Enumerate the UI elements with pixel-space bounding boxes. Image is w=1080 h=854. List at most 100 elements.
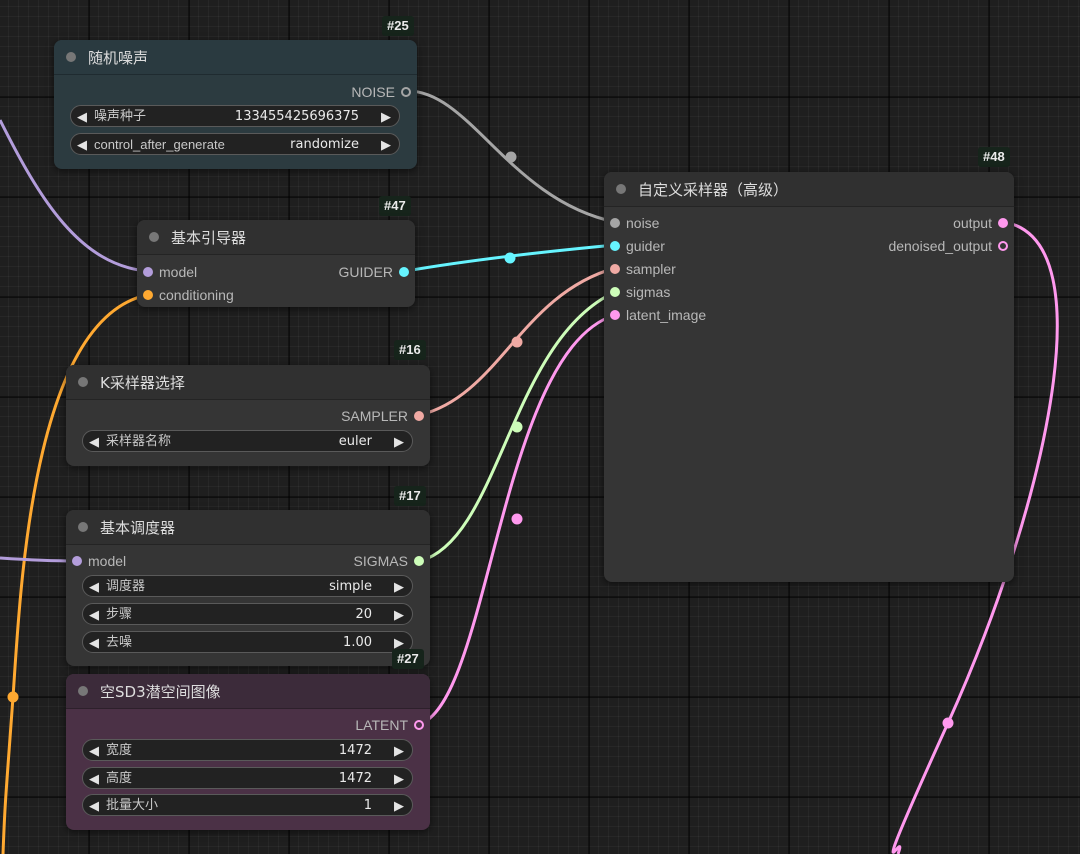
empty-sd3-latent-node[interactable]: 空SD3潜空间图像 LATENT ◀ 宽度 1472 ▶ ◀ 高度 1472 ▶… xyxy=(66,674,430,830)
node-id-badge: #48 xyxy=(978,147,1010,167)
input-slot-conditioning[interactable]: conditioning xyxy=(137,285,234,305)
increment-arrow-icon[interactable]: ▶ xyxy=(394,770,404,787)
widget-value: randomize xyxy=(290,137,359,152)
control-after-generate-widget[interactable]: ◀ control_after_generate randomize ▶ xyxy=(70,133,400,155)
slot-dot-icon[interactable] xyxy=(414,720,424,730)
decrement-arrow-icon[interactable]: ◀ xyxy=(77,108,87,125)
slot-dot-icon[interactable] xyxy=(610,218,620,228)
slot-label: SAMPLER xyxy=(341,408,408,424)
scheduler-widget[interactable]: ◀ 调度器 simple ▶ xyxy=(82,575,413,597)
increment-arrow-icon[interactable]: ▶ xyxy=(381,108,391,125)
node-title: 基本引导器 xyxy=(171,228,247,247)
slot-label: guider xyxy=(626,238,665,254)
increment-arrow-icon[interactable]: ▶ xyxy=(394,797,404,814)
node-title: 空SD3潜空间图像 xyxy=(100,682,221,701)
random-noise-node[interactable]: 随机噪声 NOISE ◀ 噪声种子 133455425696375 ▶ ◀ co… xyxy=(54,40,417,169)
decrement-arrow-icon[interactable]: ◀ xyxy=(89,433,99,450)
slot-dot-icon[interactable] xyxy=(399,267,409,277)
output-slot-noise[interactable]: NOISE xyxy=(351,82,417,102)
collapse-dot-icon[interactable] xyxy=(78,522,88,532)
input-slot-latent-image[interactable]: latent_image xyxy=(604,305,706,325)
basic-guider-node[interactable]: 基本引导器 model conditioning GUIDER xyxy=(137,220,415,307)
link-midpoint-guider[interactable] xyxy=(504,252,516,264)
node-title: 基本调度器 xyxy=(100,518,176,537)
width-widget[interactable]: ◀ 宽度 1472 ▶ xyxy=(82,739,413,761)
widget-label: 步骤 xyxy=(106,607,133,622)
collapse-dot-icon[interactable] xyxy=(78,377,88,387)
input-slot-guider[interactable]: guider xyxy=(604,236,665,256)
slot-dot-icon[interactable] xyxy=(998,241,1008,251)
slot-dot-icon[interactable] xyxy=(998,218,1008,228)
input-slot-noise[interactable]: noise xyxy=(604,213,659,233)
decrement-arrow-icon[interactable]: ◀ xyxy=(89,742,99,759)
steps-widget[interactable]: ◀ 步骤 20 ▶ xyxy=(82,603,413,625)
node-header[interactable]: K采样器选择 xyxy=(66,365,430,400)
slot-dot-icon[interactable] xyxy=(414,411,424,421)
decrement-arrow-icon[interactable]: ◀ xyxy=(89,770,99,787)
increment-arrow-icon[interactable]: ▶ xyxy=(394,606,404,623)
widget-label: 批量大小 xyxy=(106,798,159,813)
node-id-badge: #17 xyxy=(394,486,426,506)
basic-scheduler-node[interactable]: 基本调度器 model SIGMAS ◀ 调度器 simple ▶ ◀ 步骤 2… xyxy=(66,510,430,666)
collapse-dot-icon[interactable] xyxy=(616,184,626,194)
slot-label: denoised_output xyxy=(888,238,992,254)
collapse-dot-icon[interactable] xyxy=(66,52,76,62)
denoise-widget[interactable]: ◀ 去噪 1.00 ▶ xyxy=(82,631,413,653)
slot-dot-icon[interactable] xyxy=(143,290,153,300)
widget-label: 高度 xyxy=(106,771,133,786)
output-slot-sigmas[interactable]: SIGMAS xyxy=(354,551,430,571)
batch-size-widget[interactable]: ◀ 批量大小 1 ▶ xyxy=(82,794,413,816)
slot-dot-icon[interactable] xyxy=(401,87,411,97)
increment-arrow-icon[interactable]: ▶ xyxy=(381,136,391,153)
increment-arrow-icon[interactable]: ▶ xyxy=(394,742,404,759)
height-widget[interactable]: ◀ 高度 1472 ▶ xyxy=(82,767,413,789)
widget-label: 噪声种子 xyxy=(94,109,147,124)
node-header[interactable]: 基本调度器 xyxy=(66,510,430,545)
input-slot-sampler[interactable]: sampler xyxy=(604,259,676,279)
collapse-dot-icon[interactable] xyxy=(149,232,159,242)
collapse-dot-icon[interactable] xyxy=(78,686,88,696)
widget-label: 宽度 xyxy=(106,743,133,758)
link-midpoint-latent[interactable] xyxy=(511,513,523,525)
node-id-badge: #47 xyxy=(379,196,411,216)
output-slot-denoised-output[interactable]: denoised_output xyxy=(888,236,1014,256)
node-header[interactable]: 自定义采样器（高级） xyxy=(604,172,1014,207)
node-header[interactable]: 空SD3潜空间图像 xyxy=(66,674,430,709)
increment-arrow-icon[interactable]: ▶ xyxy=(394,433,404,450)
ksampler-select-node[interactable]: K采样器选择 SAMPLER ◀ 采样器名称 euler ▶ xyxy=(66,365,430,466)
decrement-arrow-icon[interactable]: ◀ xyxy=(89,634,99,651)
slot-dot-icon[interactable] xyxy=(610,241,620,251)
node-header[interactable]: 基本引导器 xyxy=(137,220,415,255)
slot-dot-icon[interactable] xyxy=(72,556,82,566)
slot-dot-icon[interactable] xyxy=(143,267,153,277)
decrement-arrow-icon[interactable]: ◀ xyxy=(89,578,99,595)
widget-label: 采样器名称 xyxy=(106,434,172,449)
input-slot-sigmas[interactable]: sigmas xyxy=(604,282,670,302)
slot-dot-icon[interactable] xyxy=(610,310,620,320)
slot-dot-icon[interactable] xyxy=(610,264,620,274)
decrement-arrow-icon[interactable]: ◀ xyxy=(77,136,87,153)
link-midpoint-sigmas[interactable] xyxy=(511,421,523,433)
link-midpoint-output[interactable] xyxy=(942,717,954,729)
decrement-arrow-icon[interactable]: ◀ xyxy=(89,606,99,623)
input-slot-model[interactable]: model xyxy=(137,262,197,282)
slot-dot-icon[interactable] xyxy=(610,287,620,297)
custom-sampler-advanced-node[interactable]: 自定义采样器（高级） noise guider sampler sigmas l… xyxy=(604,172,1014,582)
output-slot-output[interactable]: output xyxy=(953,213,1014,233)
sampler-name-widget[interactable]: ◀ 采样器名称 euler ▶ xyxy=(82,430,413,452)
slot-dot-icon[interactable] xyxy=(414,556,424,566)
input-slot-model[interactable]: model xyxy=(66,551,126,571)
output-slot-guider[interactable]: GUIDER xyxy=(339,262,415,282)
slot-label: sigmas xyxy=(626,284,671,300)
node-header[interactable]: 随机噪声 xyxy=(54,40,417,75)
decrement-arrow-icon[interactable]: ◀ xyxy=(89,797,99,814)
slot-label: NOISE xyxy=(351,84,395,100)
noise-seed-widget[interactable]: ◀ 噪声种子 133455425696375 ▶ xyxy=(70,105,400,127)
output-slot-latent[interactable]: LATENT xyxy=(355,715,430,735)
link-midpoint-conditioning[interactable] xyxy=(7,691,19,703)
link-midpoint-sampler[interactable] xyxy=(511,336,523,348)
slot-label: conditioning xyxy=(159,287,234,303)
link-midpoint-noise[interactable] xyxy=(505,151,517,163)
output-slot-sampler[interactable]: SAMPLER xyxy=(341,406,430,426)
increment-arrow-icon[interactable]: ▶ xyxy=(394,578,404,595)
